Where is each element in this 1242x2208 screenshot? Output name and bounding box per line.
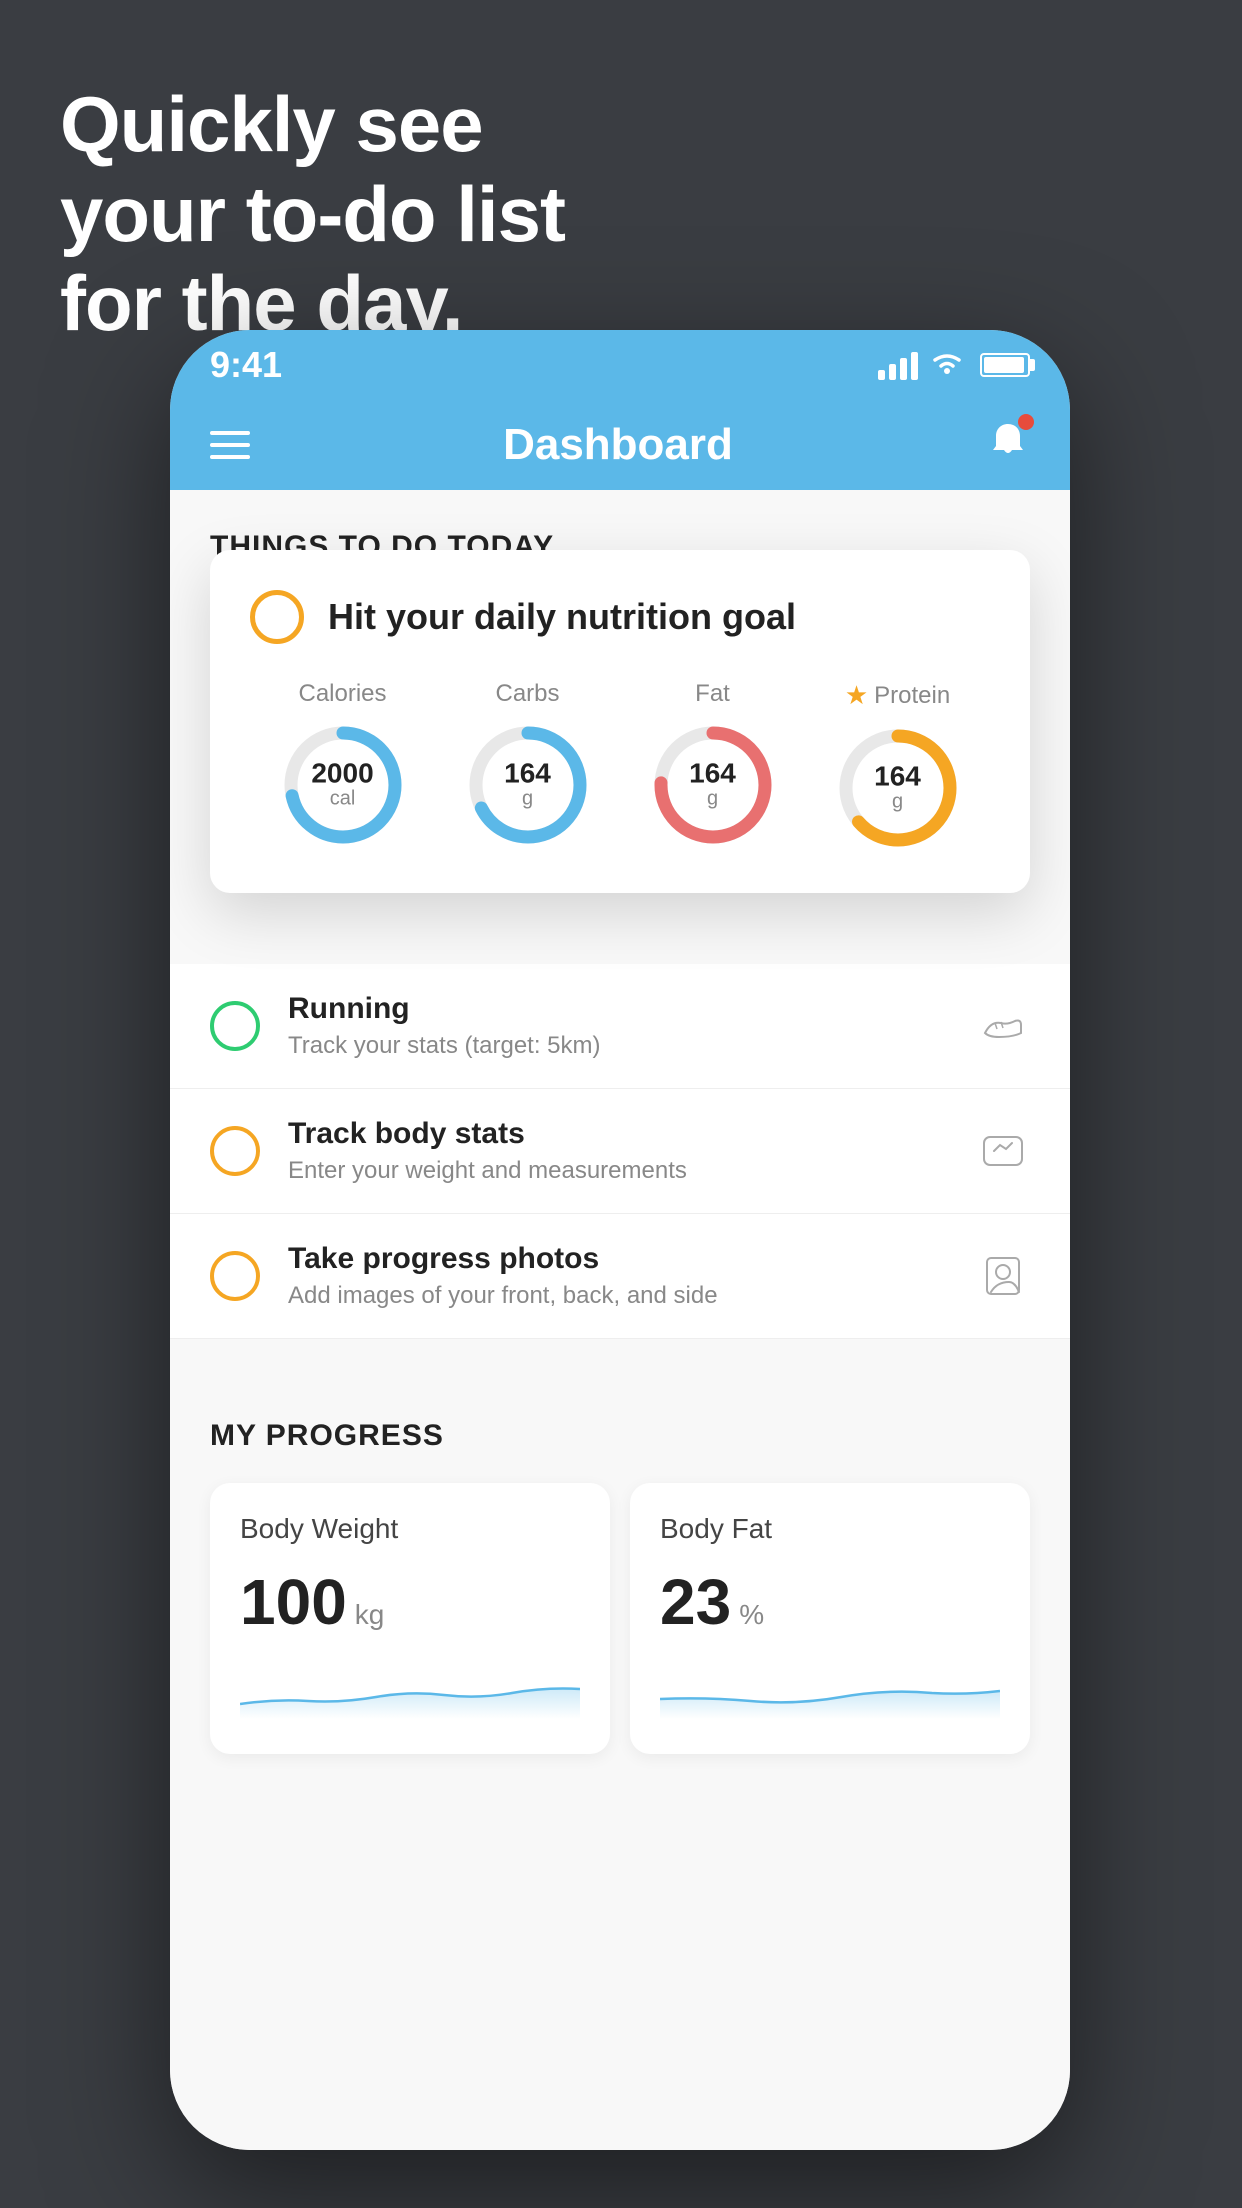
calories-donut: 2000 cal: [278, 720, 408, 850]
todo-subtitle-running: Track your stats (target: 5km): [288, 1032, 948, 1060]
fat-value: 164: [689, 760, 736, 788]
progress-cards: Body Weight 100 kg: [210, 1483, 1030, 1754]
nav-bar: Dashboard: [170, 400, 1070, 490]
task-circle-nutrition[interactable]: [250, 590, 304, 644]
body-weight-value-row: 100 kg: [240, 1565, 580, 1639]
body-fat-card: Body Fat 23 %: [630, 1483, 1030, 1754]
protein-donut: 164 g: [833, 723, 963, 853]
protein-value: 164: [874, 763, 921, 791]
todo-item-photos[interactable]: Take progress photos Add images of your …: [170, 1214, 1070, 1339]
body-fat-sparkline: [660, 1659, 1000, 1719]
body-fat-value-row: 23 %: [660, 1565, 1000, 1639]
todo-text-bodystats: Track body stats Enter your weight and m…: [288, 1117, 948, 1185]
card-title: Hit your daily nutrition goal: [328, 596, 796, 638]
todo-circle-running: [210, 1001, 260, 1051]
nutrition-row: Calories 2000 cal Carbs: [250, 680, 990, 853]
wifi-icon: [930, 349, 964, 382]
progress-section: MY PROGRESS Body Weight 100 kg: [170, 1379, 1070, 1794]
todo-circle-bodystats: [210, 1126, 260, 1176]
scale-icon: [976, 1124, 1030, 1178]
protein-unit: g: [874, 791, 921, 814]
status-icons: [878, 349, 1030, 382]
fat-label: Fat: [695, 680, 730, 708]
person-icon: [976, 1249, 1030, 1303]
menu-button[interactable]: [210, 431, 250, 459]
card-header: Hit your daily nutrition goal: [250, 590, 990, 644]
progress-title: MY PROGRESS: [210, 1419, 1030, 1453]
todo-title-photos: Take progress photos: [288, 1242, 948, 1276]
notifications-button[interactable]: [986, 418, 1030, 473]
protein-label: ★ Protein: [845, 680, 950, 711]
carbs-donut: 164 g: [463, 720, 593, 850]
nutrition-protein: ★ Protein 164 g: [833, 680, 963, 853]
nutrition-carbs: Carbs 164 g: [463, 680, 593, 850]
todo-subtitle-photos: Add images of your front, back, and side: [288, 1282, 948, 1310]
nutrition-card: Hit your daily nutrition goal Calories 2…: [210, 550, 1030, 893]
carbs-unit: g: [504, 788, 551, 811]
star-icon: ★: [845, 680, 868, 711]
body-weight-card: Body Weight 100 kg: [210, 1483, 610, 1754]
body-weight-card-title: Body Weight: [240, 1513, 580, 1545]
nutrition-fat: Fat 164 g: [648, 680, 778, 850]
carbs-label: Carbs: [495, 680, 559, 708]
carbs-value: 164: [504, 760, 551, 788]
shoe-icon: [976, 999, 1030, 1053]
nav-title: Dashboard: [503, 420, 733, 470]
fat-donut: 164 g: [648, 720, 778, 850]
calories-label: Calories: [298, 680, 386, 708]
todo-text-photos: Take progress photos Add images of your …: [288, 1242, 948, 1310]
todo-item-running[interactable]: Running Track your stats (target: 5km): [170, 964, 1070, 1089]
todo-title-bodystats: Track body stats: [288, 1117, 948, 1151]
signal-bars-icon: [878, 350, 918, 380]
main-content: THINGS TO DO TODAY Hit your daily nutrit…: [170, 490, 1070, 2150]
status-bar: 9:41: [170, 330, 1070, 400]
todo-item-bodystats[interactable]: Track body stats Enter your weight and m…: [170, 1089, 1070, 1214]
status-time: 9:41: [210, 344, 282, 386]
body-fat-value: 23: [660, 1565, 731, 1639]
todo-text-running: Running Track your stats (target: 5km): [288, 992, 948, 1060]
battery-icon: [980, 353, 1030, 377]
nutrition-calories: Calories 2000 cal: [278, 680, 408, 850]
body-weight-unit: kg: [355, 1599, 385, 1631]
body-fat-card-title: Body Fat: [660, 1513, 1000, 1545]
body-fat-unit: %: [739, 1599, 764, 1631]
todo-circle-photos: [210, 1251, 260, 1301]
calories-unit: cal: [311, 788, 373, 811]
body-weight-sparkline: [240, 1659, 580, 1719]
todo-list: Running Track your stats (target: 5km) T…: [170, 964, 1070, 1339]
headline: Quickly see your to-do list for the day.: [60, 80, 565, 349]
phone-shell: 9:41: [170, 330, 1070, 2150]
fat-unit: g: [689, 788, 736, 811]
todo-subtitle-bodystats: Enter your weight and measurements: [288, 1157, 948, 1185]
todo-title-running: Running: [288, 992, 948, 1026]
calories-value: 2000: [311, 760, 373, 788]
notification-dot: [1018, 414, 1034, 430]
body-weight-value: 100: [240, 1565, 347, 1639]
